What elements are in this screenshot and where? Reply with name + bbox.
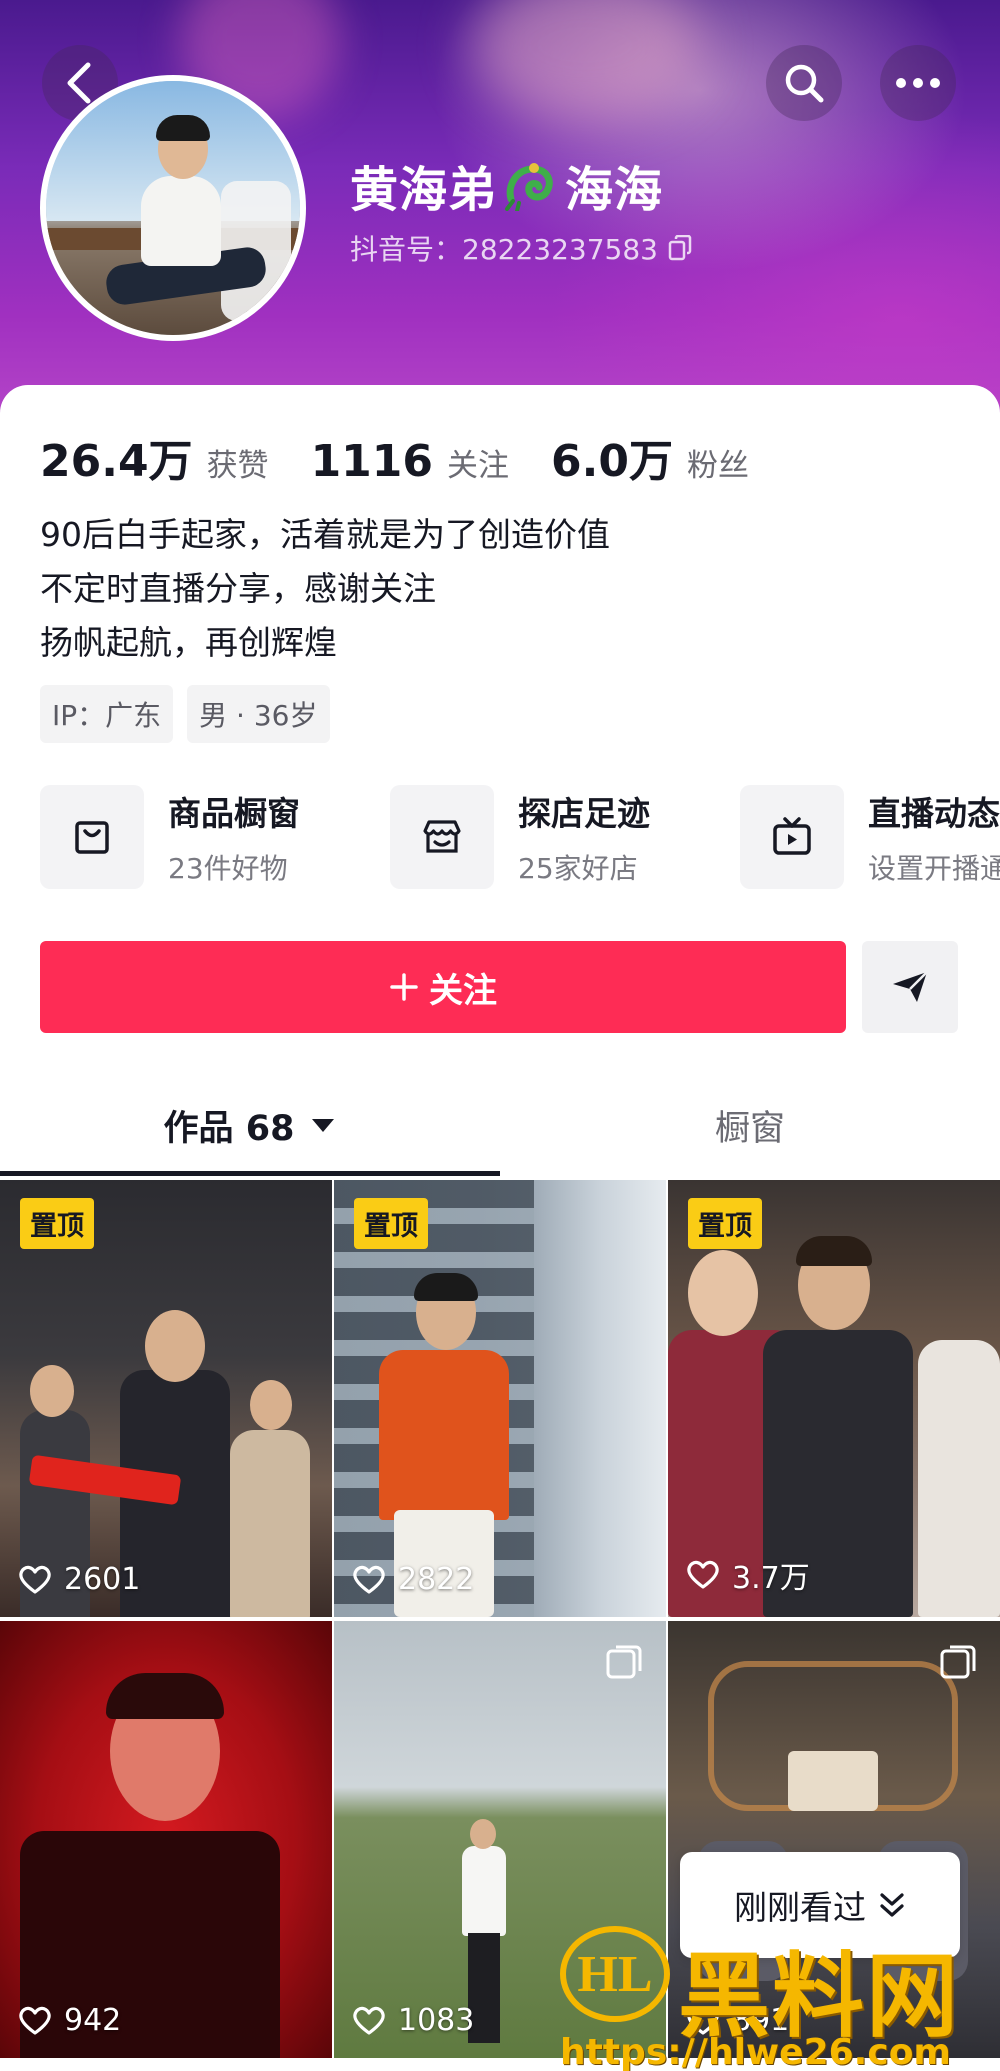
video-likes: 2601	[18, 1562, 140, 1597]
profile-name-suffix: 海海	[565, 162, 664, 218]
douyin-id-text: 抖音号：28223237583	[350, 233, 658, 266]
likes-count: 1083	[398, 2003, 475, 2038]
video-likes: 3.7万	[686, 1553, 810, 1597]
feature-live-updates[interactable]: 直播动态 设置开播通	[740, 785, 1000, 889]
caret-down-icon	[312, 1119, 335, 1132]
feature-subtitle: 25家好店	[518, 852, 638, 885]
tab-shop-window-label: 橱窗	[714, 1108, 785, 1149]
video-thumbnail[interactable]: 置顶 3.7万	[668, 1180, 1000, 1617]
feature-title: 商品橱窗	[168, 794, 300, 833]
heart-icon	[353, 2006, 385, 2035]
avatar[interactable]	[40, 75, 306, 341]
shopping-bag-icon	[75, 821, 109, 854]
tab-works-label: 作品 68	[163, 1108, 295, 1149]
feature-title: 直播动态	[868, 794, 1000, 833]
feature-title: 探店足迹	[518, 794, 650, 833]
header-background-glow	[470, 0, 700, 120]
likes-count: 2601	[64, 1562, 141, 1597]
feature-store-visits[interactable]: 探店足迹 25家好店	[390, 785, 650, 889]
feature-icon-box	[40, 785, 144, 889]
search-button[interactable]	[766, 45, 842, 121]
bio-line: 90后白手起家，活着就是为了创造价值	[40, 515, 610, 554]
more-button[interactable]	[880, 45, 956, 121]
profile-card: 26.4万 获赞 1116 关注 6.0万 粉丝 90后白手起家，活着就是为了创…	[0, 385, 1000, 1176]
pinned-badge: 置顶	[354, 1198, 428, 1249]
more-dots-icon	[896, 78, 940, 88]
pinned-badge: 置顶	[688, 1198, 762, 1249]
profile-stats: 26.4万 获赞 1116 关注 6.0万 粉丝	[40, 425, 791, 489]
heart-icon	[687, 1560, 719, 1589]
heart-icon	[19, 2006, 51, 2035]
watermark-url: https://hlwe26.com	[560, 2032, 951, 2071]
watermark-logo: HL	[560, 1926, 670, 2022]
feature-row: 商品橱窗 23件好物 探店足迹 25家好店 直播动态 设置开播通	[40, 785, 1000, 895]
feature-icon-box	[390, 785, 494, 889]
profile-name-text: 黄海弟	[350, 162, 498, 218]
tab-works[interactable]: 作品 68	[0, 1075, 500, 1175]
likes-count: 942	[64, 2003, 122, 2038]
stat-followers[interactable]: 6.0万 粉丝	[551, 425, 749, 489]
tab-shop-window[interactable]: 橱窗	[500, 1075, 1000, 1175]
ip-location-tag: IP：广东	[40, 685, 174, 743]
multi-image-icon	[606, 1645, 642, 1679]
video-thumbnail[interactable]: 置顶 2822	[334, 1180, 666, 1617]
bio-line: 扬帆起航，再创辉煌	[40, 623, 337, 662]
profile-header: 黄海弟 海海 抖音号：28223237583	[0, 0, 1000, 420]
heart-icon	[19, 1565, 51, 1594]
tv-icon	[773, 817, 811, 855]
stat-number: 1116	[310, 436, 434, 487]
likes-count: 3.7万	[732, 1561, 810, 1596]
stat-likes: 26.4万 获赞	[40, 425, 269, 489]
likes-count: 2822	[398, 1562, 475, 1597]
dragon-emoji-icon	[505, 163, 553, 211]
video-likes: 942	[18, 2003, 121, 2038]
bio-line: 不定时直播分享，感谢关注	[40, 569, 436, 608]
video-likes: 1083	[352, 2003, 474, 2038]
double-chevron-down-icon	[880, 1893, 904, 1917]
douyin-id[interactable]: 抖音号：28223237583	[350, 228, 692, 268]
follow-button-label: 关注	[429, 970, 497, 1011]
stat-number: 26.4万	[40, 436, 193, 487]
search-icon	[785, 64, 824, 103]
copy-icon[interactable]	[668, 235, 692, 261]
feature-subtitle: 23件好物	[168, 852, 288, 885]
multi-image-icon	[940, 1645, 976, 1679]
video-thumbnail[interactable]: 置顶 2601	[0, 1180, 332, 1617]
stat-number: 6.0万	[551, 436, 673, 487]
profile-name: 黄海弟 海海	[350, 150, 663, 220]
stat-label: 关注	[447, 448, 510, 484]
send-arrow-icon	[893, 971, 928, 1002]
feature-icon-box	[740, 785, 844, 889]
active-tab-indicator	[0, 1171, 500, 1176]
feature-shop-window[interactable]: 商品橱窗 23件好物	[40, 785, 300, 889]
video-likes: 2822	[352, 1562, 474, 1597]
stat-label: 粉丝	[686, 448, 749, 484]
pinned-badge: 置顶	[20, 1198, 94, 1249]
send-message-button[interactable]	[862, 941, 958, 1033]
site-watermark: HL 黑料网 https://hlwe26.com	[560, 1920, 1000, 2071]
plus-icon	[390, 973, 418, 1001]
content-tabs: 作品 68 橱窗	[0, 1075, 1000, 1175]
feature-subtitle: 设置开播通	[868, 852, 1000, 885]
follow-button[interactable]: 关注	[40, 941, 846, 1033]
heart-icon	[353, 1565, 385, 1594]
profile-tags: IP：广东 男 · 36岁	[40, 685, 330, 743]
stat-label: 获赞	[206, 448, 269, 484]
profile-bio: 90后白手起家，活着就是为了创造价值 不定时直播分享，感谢关注 扬帆起航，再创辉…	[40, 508, 610, 670]
video-thumbnail[interactable]: 942	[0, 1621, 332, 2058]
gender-age-tag: 男 · 36岁	[187, 685, 330, 743]
store-icon	[423, 820, 461, 853]
stat-following[interactable]: 1116 关注	[311, 436, 509, 487]
